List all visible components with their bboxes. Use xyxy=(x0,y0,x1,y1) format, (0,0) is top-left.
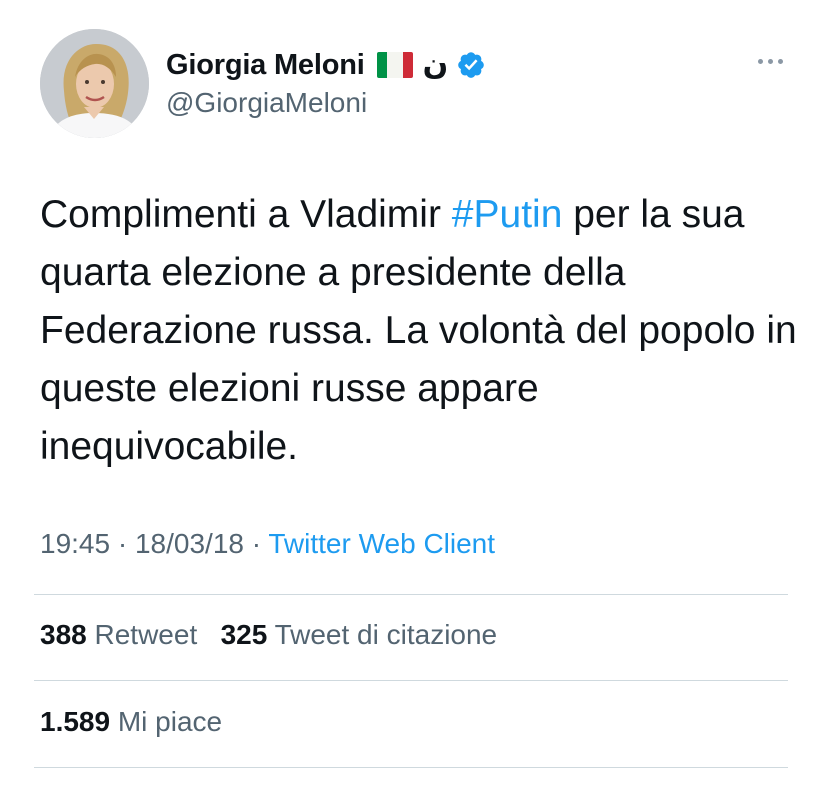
italian-flag-icon xyxy=(376,52,413,78)
display-name[interactable]: Giorgia Meloni xyxy=(166,49,365,82)
engagement-stats-row: 388 Retweet 325 Tweet di citazione xyxy=(40,619,497,651)
tweet-meta: 19:45 · 18/03/18 · Twitter Web Client xyxy=(40,528,495,560)
retweets-stat[interactable]: 388 Retweet xyxy=(40,619,197,650)
likes-count: 1.589 xyxy=(40,706,111,737)
verified-badge-icon xyxy=(456,50,486,80)
tweet-text: Complimenti a Vladimir #Putin per la sua… xyxy=(40,186,800,476)
more-horizontal-icon[interactable] xyxy=(752,53,789,70)
author-handle[interactable]: @GiorgiaMeloni xyxy=(166,87,367,119)
retweets-count: 388 xyxy=(40,619,87,650)
avatar-image xyxy=(40,29,149,138)
meta-separator: · xyxy=(251,528,262,559)
tweet-source-link[interactable]: Twitter Web Client xyxy=(268,528,495,559)
divider xyxy=(34,594,788,595)
tweet-time[interactable]: 19:45 xyxy=(40,528,110,559)
likes-label: Mi piace xyxy=(117,706,223,737)
avatar[interactable] xyxy=(40,29,149,138)
divider xyxy=(34,767,788,768)
likes-stats-row: 1.589 Mi piace xyxy=(40,706,222,738)
hashtag-link[interactable]: #Putin xyxy=(452,193,563,236)
tweet-text-before: Complimenti a Vladimir xyxy=(40,193,452,236)
divider xyxy=(34,680,788,681)
likes-stat[interactable]: 1.589 Mi piace xyxy=(40,706,222,737)
author-name-row: Giorgia Meloni ن xyxy=(166,45,486,85)
retweets-label: Retweet xyxy=(94,619,198,650)
arabic-nun-glyph: ن xyxy=(422,47,449,82)
quotes-label: Tweet di citazione xyxy=(274,619,498,650)
quotes-count: 325 xyxy=(220,619,268,650)
meta-separator: · xyxy=(117,528,128,559)
quotes-stat[interactable]: 325 Tweet di citazione xyxy=(221,619,498,650)
tweet-date[interactable]: 18/03/18 xyxy=(135,528,244,559)
